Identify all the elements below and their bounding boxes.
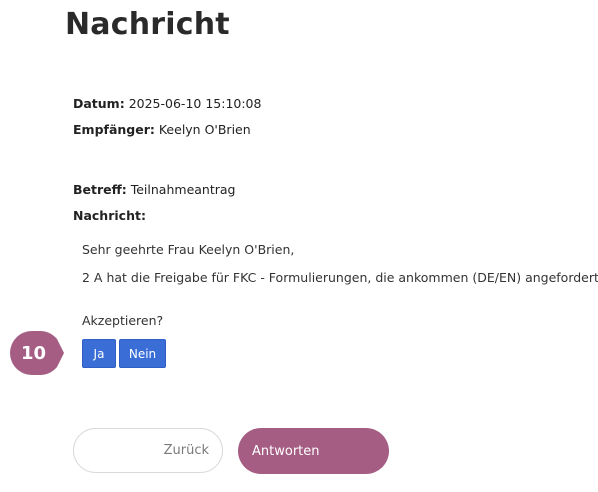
yes-button[interactable]: Ja <box>82 339 116 368</box>
subject-row: Betreff: Teilnahmeantrag <box>73 182 235 197</box>
no-button[interactable]: Nein <box>119 339 166 368</box>
message-greeting: Sehr geehrte Frau Keelyn O'Brien, <box>82 242 295 257</box>
message-label: Nachricht: <box>73 208 146 223</box>
page-title: Nachricht <box>65 7 230 42</box>
reply-button[interactable]: Antworten <box>238 428 389 474</box>
date-row: Datum: 2025-06-10 15:10:08 <box>73 96 261 111</box>
date-label: Datum: <box>73 96 125 111</box>
message-label-row: Nachricht: <box>73 208 146 223</box>
recipient-value: Keelyn O'Brien <box>158 122 251 137</box>
recipient-row: Empfänger: Keelyn O'Brien <box>73 122 251 137</box>
subject-value: Teilnahmeantrag <box>130 182 236 197</box>
step-number: 10 <box>20 342 47 364</box>
recipient-label: Empfänger: <box>73 122 155 137</box>
date-value: 2025-06-10 15:10:08 <box>128 96 262 111</box>
step-badge: 10 <box>10 331 64 375</box>
subject-label: Betreff: <box>73 182 127 197</box>
message-body: 2 A hat die Freigabe für FKC - Formulier… <box>82 270 598 285</box>
back-button[interactable]: Zurück <box>73 428 223 473</box>
accept-question: Akzeptieren? <box>82 313 164 328</box>
